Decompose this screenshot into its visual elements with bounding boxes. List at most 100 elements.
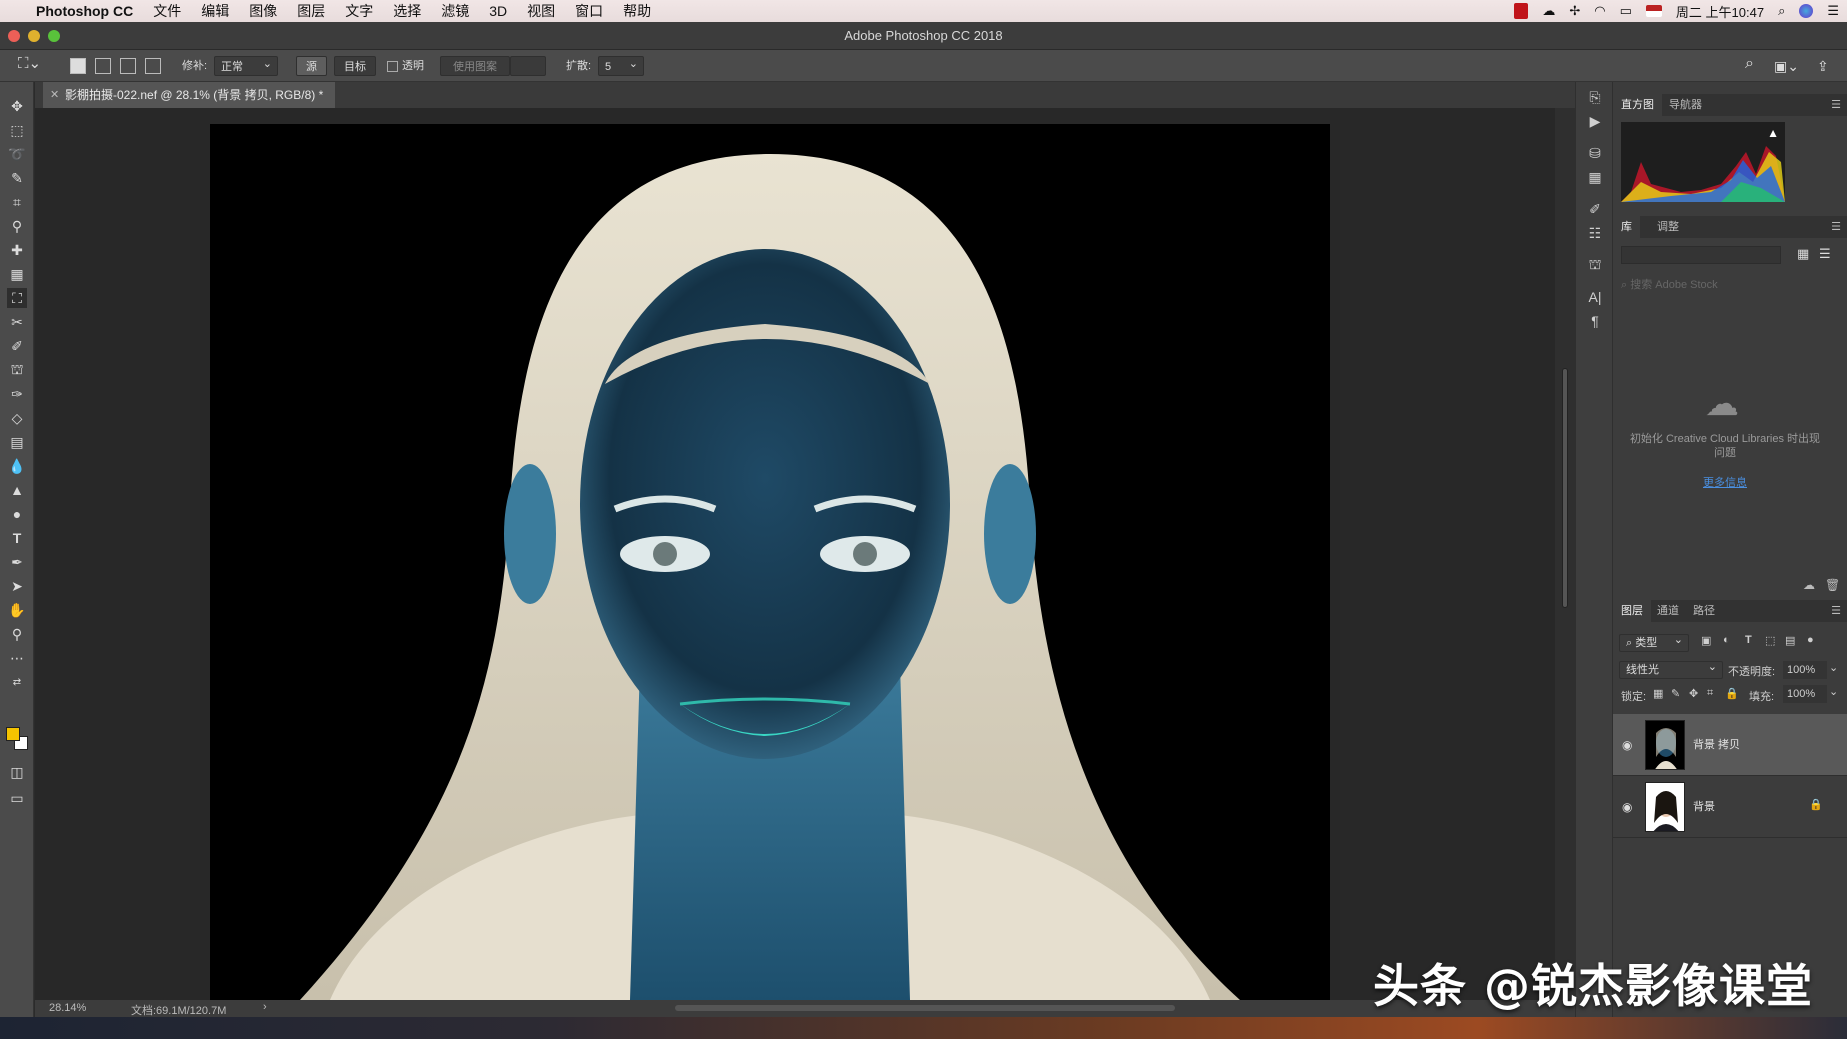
filter-toggle-icon[interactable]: ● xyxy=(1807,634,1814,646)
menu-select[interactable]: 选择 xyxy=(383,0,431,22)
visibility-eye-icon[interactable]: ◉ xyxy=(1622,738,1632,752)
cc-sync-icon[interactable]: ☁ xyxy=(1803,578,1815,592)
filter-type-icon[interactable]: T xyxy=(1745,634,1752,646)
document-canvas-image[interactable] xyxy=(210,124,1330,1000)
clock-text[interactable]: 周二 上午10:47 xyxy=(1676,2,1764,21)
filter-smart-object-icon[interactable]: ▤ xyxy=(1785,634,1795,647)
layer-row-background[interactable]: ◉ 背景 🔒 xyxy=(1613,776,1847,838)
layer-name[interactable]: 背景 xyxy=(1693,798,1715,814)
lock-position-icon[interactable]: ✥ xyxy=(1689,687,1698,700)
pattern-picker[interactable] xyxy=(510,56,546,76)
histogram-panel-menu-icon[interactable]: ☰ xyxy=(1831,98,1841,111)
menu-image[interactable]: 图像 xyxy=(239,0,287,22)
fill-dropdown-icon[interactable]: ⌄ xyxy=(1829,685,1838,698)
history-brush-tool-icon[interactable]: ✑ xyxy=(7,384,27,404)
new-selection-button[interactable] xyxy=(70,58,86,74)
adjustments-sliders-icon[interactable]: ☷ xyxy=(1586,224,1604,242)
source-button[interactable]: 源 xyxy=(296,56,327,76)
scroll-thumb[interactable] xyxy=(1562,368,1568,608)
tab-navigator[interactable]: 导航器 xyxy=(1661,94,1710,116)
transparent-checkbox[interactable] xyxy=(387,61,398,72)
red-eye-tool-icon[interactable]: ✂ xyxy=(7,312,27,332)
history-icon[interactable]: ⎘ xyxy=(1586,88,1604,106)
swatches-grid-icon[interactable]: ▦ xyxy=(1586,168,1604,186)
add-selection-button[interactable] xyxy=(95,58,111,74)
content-aware-move-icon[interactable]: ⛶ xyxy=(7,288,27,308)
grid-view-icon[interactable]: ▦ xyxy=(1797,246,1809,262)
library-panel-menu-icon[interactable]: ☰ xyxy=(1831,220,1841,233)
document-tab[interactable]: ✕ 影棚拍摄-022.nef @ 28.1% (背景 拷贝, RGB/8) * xyxy=(43,82,336,108)
tab-layers[interactable]: 图层 xyxy=(1613,600,1651,622)
layer-name[interactable]: 背景 拷贝 xyxy=(1693,736,1740,752)
lock-artboard-icon[interactable]: ⌗ xyxy=(1707,687,1713,700)
lock-all-icon[interactable]: 🔒 xyxy=(1725,687,1739,700)
marquee-tool-icon[interactable]: ⬚ xyxy=(7,120,27,140)
foreground-color-swatch[interactable] xyxy=(6,727,20,741)
brush-settings-icon[interactable]: ✐ xyxy=(1586,200,1604,218)
zoom-level[interactable]: 28.14% xyxy=(49,1002,86,1014)
hand-tool-icon[interactable]: ✋ xyxy=(7,600,27,620)
app-menu[interactable]: Photoshop CC xyxy=(30,0,143,22)
layer-row-background-copy[interactable]: ◉ 背景 拷贝 xyxy=(1613,714,1847,776)
menu-window[interactable]: 窗口 xyxy=(565,0,613,22)
menu-edit[interactable]: 编辑 xyxy=(191,0,239,22)
tab-paths[interactable]: 路径 xyxy=(1685,600,1723,622)
stock-search-field[interactable]: ⌕ 搜索 Adobe Stock xyxy=(1621,276,1837,294)
menu-file[interactable]: 文件 xyxy=(143,0,191,22)
blend-mode-dropdown[interactable]: 线性光 xyxy=(1619,659,1723,679)
lasso-tool-icon[interactable]: ➰ xyxy=(7,144,27,164)
opacity-dropdown-icon[interactable]: ⌄ xyxy=(1829,661,1838,674)
status-red-icon[interactable] xyxy=(1514,3,1529,19)
3d-icon[interactable]: ⛁ xyxy=(1586,144,1604,162)
filter-adjustment-icon[interactable]: ◐ xyxy=(1723,634,1730,646)
filter-shape-icon[interactable]: ⬚ xyxy=(1765,634,1775,647)
use-pattern-button[interactable]: 使用图案 xyxy=(440,56,510,76)
library-select[interactable] xyxy=(1621,246,1781,264)
library-trash-icon[interactable]: 🗑 xyxy=(1825,578,1840,592)
character-icon[interactable]: A| xyxy=(1586,288,1604,306)
layer-lock-icon[interactable]: 🔒 xyxy=(1809,798,1823,811)
actions-play-icon[interactable]: ▶ xyxy=(1586,112,1604,130)
healing-brush-tool-icon[interactable]: ✚ xyxy=(7,240,27,260)
quick-select-tool-icon[interactable]: ✎ xyxy=(7,168,27,188)
sharpen-tool-icon[interactable]: ▲ xyxy=(7,480,27,500)
siri-icon[interactable] xyxy=(1799,4,1814,18)
notification-center-icon[interactable]: ☰ xyxy=(1827,3,1839,19)
swap-colors-icon[interactable]: ⇄ xyxy=(7,672,27,692)
tab-histogram[interactable]: 直方图 xyxy=(1613,94,1662,116)
menu-help[interactable]: 帮助 xyxy=(613,0,661,22)
airplay-icon[interactable]: ▭ xyxy=(1620,3,1632,19)
intersect-selection-button[interactable] xyxy=(145,58,161,74)
sync-icon[interactable]: ✢ xyxy=(1569,3,1580,19)
vertical-scrollbar[interactable] xyxy=(1555,108,1575,1000)
target-button[interactable]: 目标 xyxy=(334,56,376,76)
paragraph-icon[interactable]: ¶ xyxy=(1586,312,1604,330)
move-tool-icon[interactable]: ✥ xyxy=(7,96,27,116)
crop-tool-icon[interactable]: ⌗ xyxy=(7,192,27,212)
fill-field[interactable]: 100% xyxy=(1783,685,1827,703)
cloud-icon[interactable]: ☁ xyxy=(1542,3,1555,19)
more-info-link[interactable]: 更多信息 xyxy=(1625,474,1825,490)
lock-pixels-icon[interactable]: ✎ xyxy=(1671,687,1680,700)
patch-tool-preset-icon[interactable]: ⛶⌄ xyxy=(18,54,41,74)
clone-stamp-tool-icon[interactable]: ⛫ xyxy=(7,360,27,380)
status-menu-arrow[interactable]: › xyxy=(263,1001,267,1013)
menu-layer[interactable]: 图层 xyxy=(287,0,335,22)
spotlight-search-icon[interactable]: ⌕ xyxy=(1778,3,1785,19)
zoom-tool-icon[interactable]: ⚲ xyxy=(7,624,27,644)
horizontal-scrollbar[interactable] xyxy=(675,1005,1175,1011)
layer-filter-dropdown[interactable]: ⌕ 类型 xyxy=(1619,632,1689,652)
patch-tool-icon[interactable]: ▦ xyxy=(7,264,27,284)
menu-3d[interactable]: 3D xyxy=(479,0,517,22)
menu-view[interactable]: 视图 xyxy=(517,0,565,22)
tab-channels[interactable]: 通道 xyxy=(1649,600,1687,622)
blur-tool-icon[interactable]: 💧 xyxy=(7,456,27,476)
brush-tool-icon[interactable]: ✐ xyxy=(7,336,27,356)
eraser-tool-icon[interactable]: ◇ xyxy=(7,408,27,428)
repair-mode-dropdown[interactable]: 正常 xyxy=(214,54,278,76)
type-tool-icon[interactable]: T xyxy=(7,528,27,548)
wifi-icon[interactable]: ◠ xyxy=(1594,3,1605,19)
filter-pixel-icon[interactable]: ▣ xyxy=(1701,634,1711,647)
layers-panel-menu-icon[interactable]: ☰ xyxy=(1831,604,1841,617)
share-icon[interactable]: ⇪ xyxy=(1817,56,1829,76)
